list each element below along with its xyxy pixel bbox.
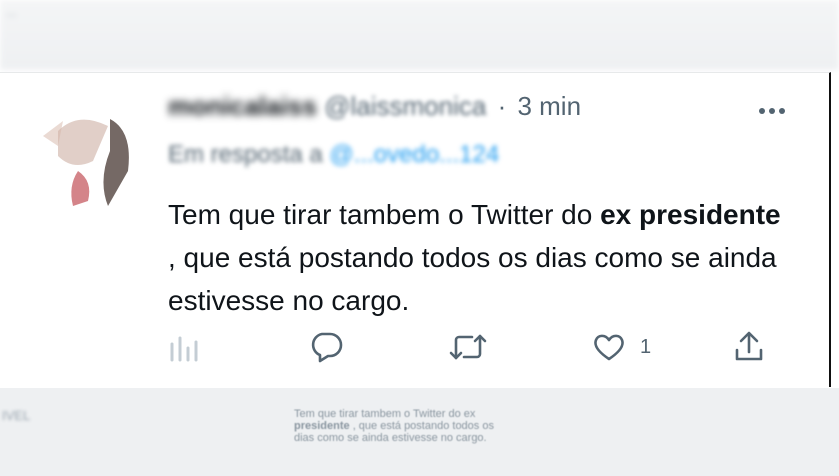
- background-next-tweet: IVEL Tem que tirar tambem o Twitter do e…: [0, 388, 839, 476]
- share-button[interactable]: [732, 327, 766, 367]
- more-icon: [758, 102, 786, 120]
- header-separator: ·: [497, 91, 507, 121]
- tweet-text-part1: Tem que tirar tambem o Twitter do: [168, 199, 601, 230]
- tweet-text-bold: ex presidente: [600, 199, 781, 230]
- share-icon: [732, 330, 766, 364]
- background-quote-line2: , que está postando todos os: [349, 420, 494, 432]
- background-quote-bold: presidente: [294, 420, 350, 432]
- reply-prefix: Em resposta a: [168, 141, 323, 168]
- tweet-card[interactable]: monicalaiss @laissmonica · 3 min Em resp…: [0, 72, 831, 387]
- tweet-text-part2: , que está postando todos os dias como s…: [168, 242, 777, 316]
- avatar[interactable]: [38, 101, 150, 213]
- tweet-actions: 1: [168, 327, 778, 367]
- background-header: ...: [0, 0, 839, 70]
- tweet-text: Tem que tirar tambem o Twitter do ex pre…: [168, 193, 788, 322]
- tweet-time[interactable]: 3 min: [517, 91, 581, 121]
- retweet-icon: [448, 331, 488, 363]
- display-name[interactable]: monicalaiss: [168, 91, 317, 121]
- more-button[interactable]: [752, 97, 792, 125]
- background-quote-line1: Tem que tirar tambem o Twitter do ex: [294, 408, 476, 420]
- reply-context: Em resposta a @...ovedo...124: [168, 141, 499, 169]
- like-count: 1: [640, 335, 652, 358]
- retweet-button[interactable]: [448, 327, 488, 367]
- analytics-button[interactable]: [168, 327, 202, 367]
- reply-button[interactable]: [308, 327, 344, 367]
- analytics-icon: [168, 332, 202, 362]
- tweet-header: monicalaiss @laissmonica · 3 min: [168, 91, 581, 131]
- background-header-text: ...: [6, 4, 17, 19]
- user-handle[interactable]: @laissmonica: [324, 91, 486, 121]
- like-button[interactable]: 1: [592, 327, 651, 367]
- reply-icon: [308, 330, 344, 364]
- reply-to-mention[interactable]: @...ovedo...124: [329, 141, 499, 168]
- background-quote-line3: dias como se ainda estivesse no cargo.: [294, 432, 487, 444]
- background-left-text: IVEL: [2, 408, 31, 423]
- heart-icon: [592, 332, 626, 362]
